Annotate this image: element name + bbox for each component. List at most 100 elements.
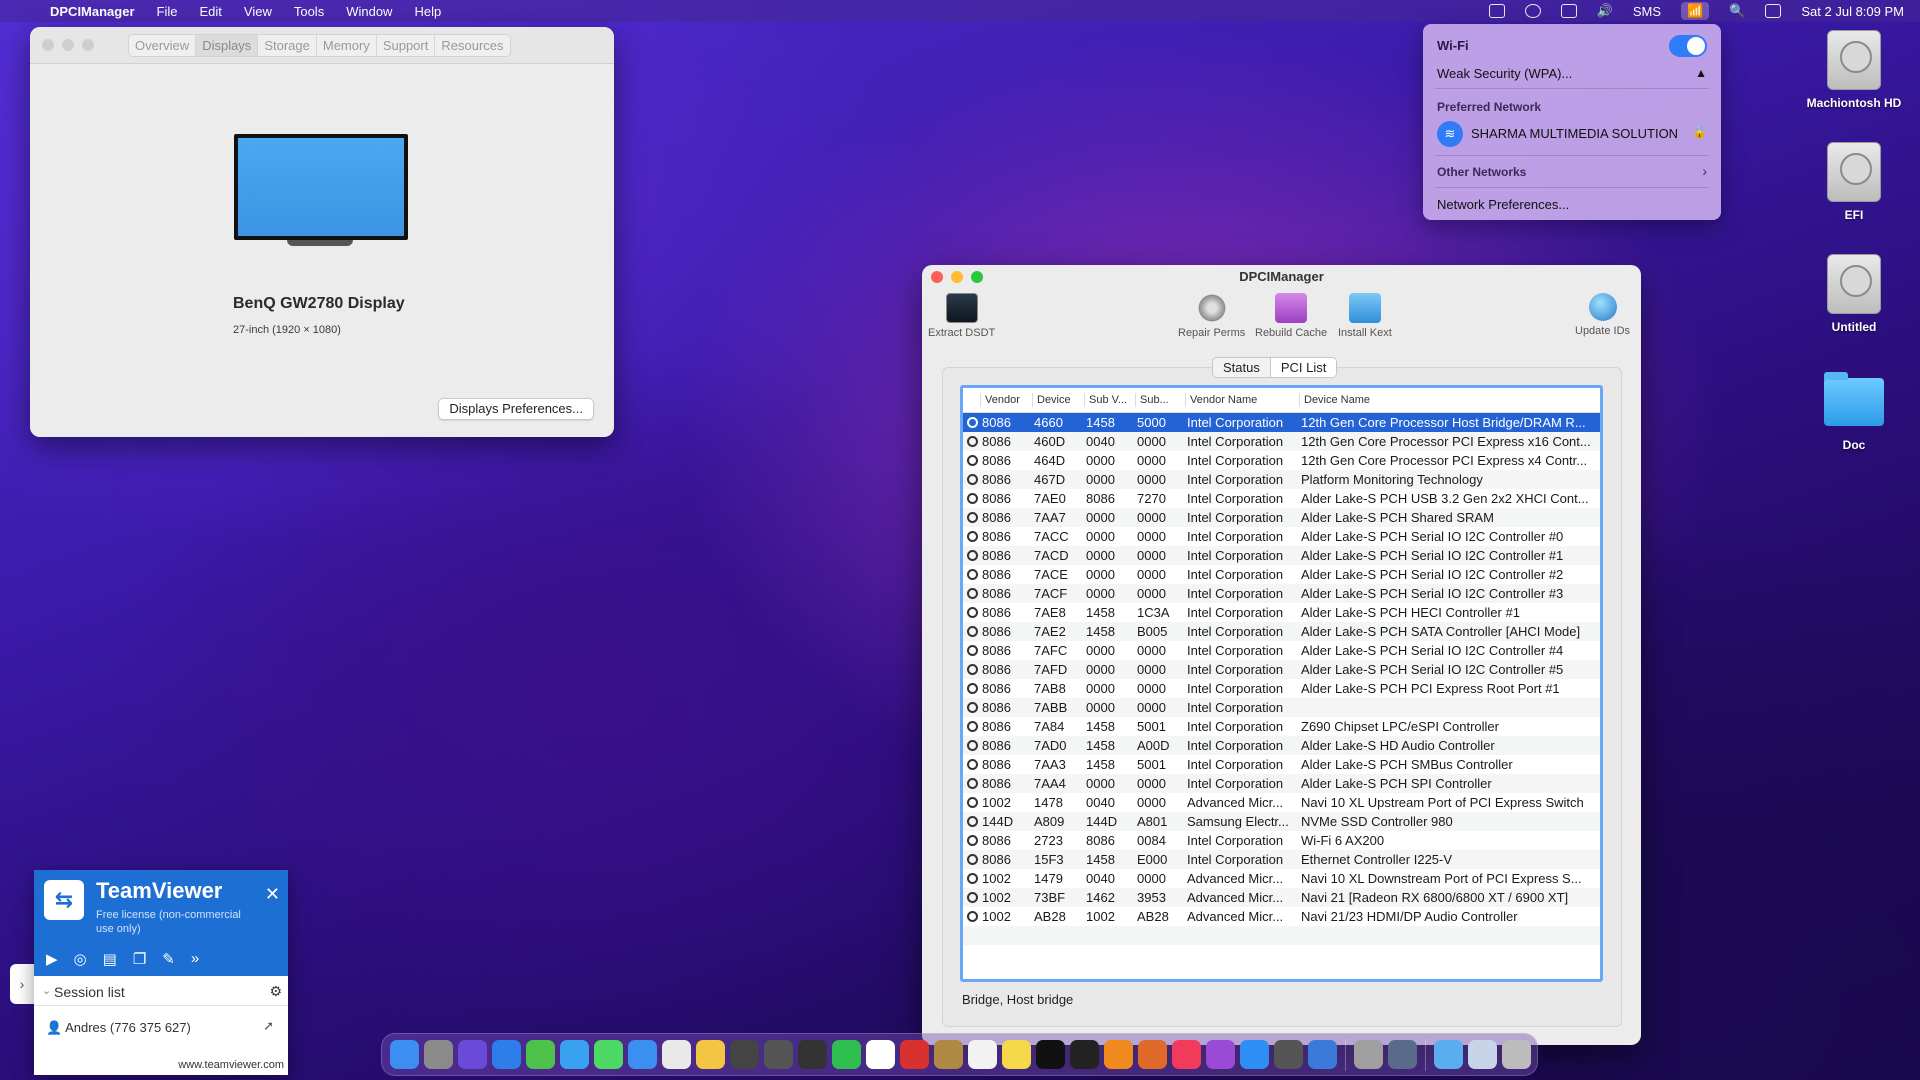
dock-app-icon[interactable] xyxy=(1434,1040,1463,1069)
dock-app-icon[interactable] xyxy=(628,1040,657,1069)
dock-app-icon[interactable] xyxy=(832,1040,861,1069)
chat-icon[interactable]: ▤ xyxy=(103,950,117,968)
dock-app-icon[interactable] xyxy=(866,1040,895,1069)
dock-app-icon[interactable] xyxy=(1240,1040,1269,1069)
close-button[interactable] xyxy=(42,39,54,51)
dock-app-icon[interactable] xyxy=(1172,1040,1201,1069)
column-header-device-name[interactable]: Device Name xyxy=(1300,393,1600,407)
tab-pci-list[interactable]: PCI List xyxy=(1270,358,1337,377)
update-ids-button[interactable]: Update IDs xyxy=(1575,293,1630,337)
display-icon[interactable] xyxy=(1560,4,1577,18)
table-row[interactable]: 8086 460D 0040 0000 Intel Corporation 12th Ge… xyxy=(963,432,1600,451)
session-user[interactable]: 👤 Andres (776 375 627) xyxy=(46,1020,191,1036)
table-row[interactable]: 1002 AB28 1002 AB28 Advanced Micr... Navi 21/… xyxy=(963,907,1600,926)
dock-app-icon[interactable] xyxy=(1502,1040,1531,1069)
table-row[interactable]: 8086 467D 0000 0000 Intel Corporation Platfor… xyxy=(963,470,1600,489)
control-center-icon[interactable] xyxy=(1765,4,1782,18)
table-row[interactable]: 8086 15F3 1458 E000 Intel Corporation Etherne… xyxy=(963,850,1600,869)
menu-help[interactable]: Help xyxy=(414,4,441,19)
pointer-icon[interactable]: ➚ xyxy=(263,1018,274,1034)
volume-icon[interactable]: 🔊 xyxy=(1597,3,1613,19)
dock-app-icon[interactable] xyxy=(560,1040,589,1069)
dock-app-icon[interactable] xyxy=(730,1040,759,1069)
menu-tools[interactable]: Tools xyxy=(294,4,324,19)
tab-memory[interactable]: Memory xyxy=(317,35,377,56)
teamviewer-url[interactable]: www.teamviewer.com xyxy=(178,1059,284,1071)
tab-displays[interactable]: Displays xyxy=(196,35,259,56)
dock-app-icon[interactable] xyxy=(424,1040,453,1069)
wifi-toggle[interactable] xyxy=(1669,35,1707,57)
dock-app-icon[interactable] xyxy=(1468,1040,1497,1069)
dock-app-icon[interactable] xyxy=(1070,1040,1099,1069)
dock-app-icon[interactable] xyxy=(662,1040,691,1069)
close-icon[interactable]: ✕ xyxy=(265,884,280,905)
table-row[interactable]: 8086 7AE0 8086 7270 Intel Corporation Alder L… xyxy=(963,489,1600,508)
tab-resources[interactable]: Resources xyxy=(435,35,509,56)
dock-app-icon[interactable] xyxy=(594,1040,623,1069)
sms-status[interactable]: SMS xyxy=(1633,4,1661,19)
table-row[interactable]: 8086 7ACF 0000 0000 Intel Corporation Alder L… xyxy=(963,584,1600,603)
table-row[interactable]: 8086 7AA4 0000 0000 Intel Corporation Alder L… xyxy=(963,774,1600,793)
menu-view[interactable]: View xyxy=(244,4,272,19)
column-header-sub-device[interactable]: Sub... xyxy=(1136,393,1186,407)
wifi-menu-icon[interactable]: 📶 xyxy=(1681,2,1710,20)
table-row[interactable]: 8086 7ACE 0000 0000 Intel Corporation Alder L… xyxy=(963,565,1600,584)
column-header-sub-vendor[interactable]: Sub V... xyxy=(1085,393,1136,407)
table-row[interactable]: 8086 7AB8 0000 0000 Intel Corporation Alder L… xyxy=(963,679,1600,698)
table-row[interactable]: 144D A809 144D A801 Samsung Electr... NVMe SS… xyxy=(963,812,1600,831)
activity-monitor-icon[interactable] xyxy=(1488,4,1505,18)
dock-app-icon[interactable] xyxy=(1002,1040,1031,1069)
tab-overview[interactable]: Overview xyxy=(129,35,197,56)
creative-cloud-icon[interactable] xyxy=(1524,4,1541,18)
dock-app-icon[interactable] xyxy=(1138,1040,1167,1069)
rebuild-cache-button[interactable]: Rebuild Cache xyxy=(1255,293,1327,339)
dock-app-icon[interactable] xyxy=(1354,1040,1383,1069)
table-row[interactable]: 8086 7ACD 0000 0000 Intel Corporation Alder L… xyxy=(963,546,1600,565)
zoom-button[interactable] xyxy=(971,271,983,283)
table-row[interactable]: 8086 7AE8 1458 1C3A Intel Corporation Alder L… xyxy=(963,603,1600,622)
dock-app-icon[interactable] xyxy=(458,1040,487,1069)
desktop-item-untitled[interactable]: Untitled xyxy=(1799,254,1909,334)
dock-app-icon[interactable] xyxy=(696,1040,725,1069)
table-row[interactable]: 8086 2723 8086 0084 Intel Corporation Wi-Fi 6… xyxy=(963,831,1600,850)
column-header-vendor[interactable]: Vendor xyxy=(981,393,1033,407)
network-preferences-item[interactable]: Network Preferences... xyxy=(1437,197,1569,212)
other-networks-item[interactable]: Other Networks xyxy=(1437,165,1526,179)
table-row[interactable]: 8086 7ACC 0000 0000 Intel Corporation Alder L… xyxy=(963,527,1600,546)
dock-app-icon[interactable] xyxy=(526,1040,555,1069)
teamviewer-collapse-tab[interactable]: › xyxy=(10,964,34,1004)
close-button[interactable] xyxy=(931,271,943,283)
minimize-button[interactable] xyxy=(62,39,74,51)
menu-edit[interactable]: Edit xyxy=(199,4,221,19)
dock-app-icon[interactable] xyxy=(764,1040,793,1069)
table-row[interactable]: 8086 7ABB 0000 0000 Intel Corporation xyxy=(963,698,1600,717)
column-header-device[interactable]: Device xyxy=(1033,393,1085,407)
dock-app-icon[interactable] xyxy=(934,1040,963,1069)
dock-app-icon[interactable] xyxy=(1104,1040,1133,1069)
files-icon[interactable]: ❐ xyxy=(133,950,146,968)
menu-clock[interactable]: Sat 2 Jul 8:09 PM xyxy=(1801,4,1904,19)
table-row[interactable]: 1002 73BF 1462 3953 Advanced Micr... Navi 21 … xyxy=(963,888,1600,907)
gear-icon[interactable]: ⚙ xyxy=(269,983,282,1000)
dock-app-icon[interactable] xyxy=(900,1040,929,1069)
tools-icon[interactable]: ✎ xyxy=(162,950,175,968)
table-row[interactable]: 8086 7AA7 0000 0000 Intel Corporation Alder L… xyxy=(963,508,1600,527)
dock-app-icon[interactable] xyxy=(1308,1040,1337,1069)
dock-app-icon[interactable] xyxy=(798,1040,827,1069)
menu-window[interactable]: Window xyxy=(346,4,392,19)
tab-storage[interactable]: Storage xyxy=(258,35,317,56)
spotlight-icon[interactable]: 🔍 xyxy=(1729,3,1745,19)
weak-security-item[interactable]: Weak Security (WPA)... xyxy=(1437,66,1572,81)
more-icon[interactable]: » xyxy=(191,950,199,968)
headset-icon[interactable]: ◎ xyxy=(74,950,87,968)
session-list-header[interactable]: ⌄ Session list ⚙ xyxy=(34,980,288,1006)
tab-status[interactable]: Status xyxy=(1213,358,1271,377)
table-row[interactable]: 8086 7A84 1458 5001 Intel Corporation Z690 Ch… xyxy=(963,717,1600,736)
dock-app-icon[interactable] xyxy=(968,1040,997,1069)
dock-app-icon[interactable] xyxy=(390,1040,419,1069)
table-row[interactable]: 8086 7AFC 0000 0000 Intel Corporation Alder L… xyxy=(963,641,1600,660)
table-row[interactable]: 1002 1478 0040 0000 Advanced Micr... Navi 10 … xyxy=(963,793,1600,812)
network-item[interactable]: SHARMA MULTIMEDIA SOLUTION xyxy=(1471,126,1678,141)
table-row[interactable]: 1002 1479 0040 0000 Advanced Micr... Navi 10 … xyxy=(963,869,1600,888)
minimize-button[interactable] xyxy=(951,271,963,283)
